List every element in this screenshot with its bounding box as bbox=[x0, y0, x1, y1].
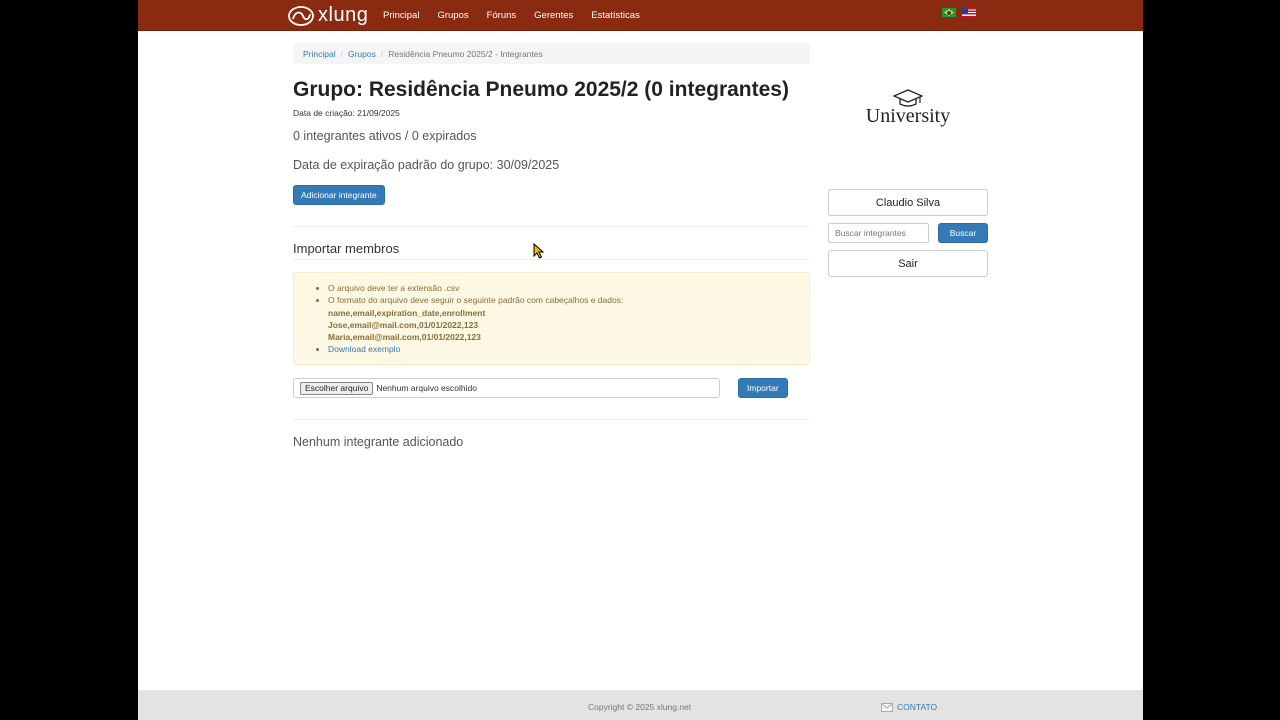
logout-button[interactable]: Sair bbox=[828, 250, 988, 277]
instruction-format: O formato do arquivo deve seguir o segui… bbox=[328, 294, 799, 343]
sidebar: University Claudio Silva Buscar Sair bbox=[828, 88, 988, 277]
add-member-button[interactable]: Adicionar integrante bbox=[293, 185, 385, 206]
member-stats: 0 integrantes ativos / 0 expirados bbox=[293, 129, 477, 144]
page-title: Grupo: Residência Pneumo 2025/2 (0 integ… bbox=[293, 78, 789, 101]
divider bbox=[293, 226, 810, 228]
brazil-flag-icon[interactable] bbox=[942, 8, 956, 17]
mouse-cursor-icon bbox=[533, 243, 545, 259]
lung-logo-icon bbox=[288, 5, 314, 26]
default-expiry-date: Data de expiração padrão do grupo: 30/09… bbox=[293, 158, 560, 173]
footer: Copyright © 2025 xlung.net CONTATO bbox=[138, 690, 1143, 720]
envelope-icon bbox=[881, 703, 893, 712]
copyright-text: Copyright © 2025 xlung.net bbox=[588, 702, 692, 712]
file-input[interactable]: Escolher arquivo Nenhum arquivo escolhid… bbox=[293, 378, 720, 399]
download-example-link[interactable]: Download exemplo bbox=[328, 344, 400, 354]
contact-label: CONTATO bbox=[897, 702, 938, 712]
main-nav: Principal Grupos Fóruns Gerentes Estatís… bbox=[383, 0, 658, 31]
import-instructions: O arquivo deve ter a extensão .csv O for… bbox=[293, 272, 810, 366]
breadcrumb: Principal / Grupos / Residência Pneumo 2… bbox=[293, 43, 810, 64]
usa-flag-icon[interactable] bbox=[962, 8, 976, 17]
breadcrumb-separator: / bbox=[380, 48, 384, 59]
member-search: Buscar bbox=[828, 223, 988, 243]
search-members-input[interactable] bbox=[828, 223, 929, 243]
language-switcher bbox=[942, 8, 976, 17]
breadcrumb-current: Residência Pneumo 2025/2 - Integrantes bbox=[388, 48, 543, 59]
university-logo-text: University bbox=[865, 105, 951, 127]
divider bbox=[293, 419, 810, 421]
nav-principal[interactable]: Principal bbox=[383, 10, 419, 21]
main-content: Principal / Grupos / Residência Pneumo 2… bbox=[293, 43, 810, 449]
choose-file-button[interactable]: Escolher arquivo bbox=[300, 381, 374, 395]
user-name-box[interactable]: Claudio Silva bbox=[828, 189, 988, 216]
contact-link[interactable]: CONTATO bbox=[881, 701, 937, 713]
instruction-extension: O arquivo deve ter a extensão .csv bbox=[328, 282, 799, 294]
import-section-title: Importar membros bbox=[293, 241, 810, 261]
file-status: Nenhum arquivo escolhido bbox=[376, 383, 477, 394]
nav-estatisticas[interactable]: Estatísticas bbox=[591, 10, 640, 21]
search-button[interactable]: Buscar bbox=[938, 223, 988, 243]
page: xlung Principal Grupos Fóruns Gerentes E… bbox=[138, 0, 1143, 720]
format-header-line: name,email,expiration_date,enrollment bbox=[328, 307, 486, 318]
university-logo: University bbox=[828, 88, 988, 138]
instruction-format-text: O formato do arquivo deve seguir o segui… bbox=[328, 295, 624, 306]
brand-logo[interactable]: xlung bbox=[287, 3, 368, 28]
format-example-line: Maria,email@mail.com,01/01/2022,123 bbox=[328, 332, 481, 342]
top-navbar: xlung Principal Grupos Fóruns Gerentes E… bbox=[138, 0, 1143, 31]
nav-grupos[interactable]: Grupos bbox=[437, 10, 468, 21]
format-example-line: Jose,email@mail.com,01/01/2022,123 bbox=[328, 319, 479, 330]
nav-gerentes[interactable]: Gerentes bbox=[534, 10, 573, 21]
creation-date: Data de criação: 21/09/2025 bbox=[293, 108, 400, 119]
brand-name: xlung bbox=[318, 4, 369, 26]
empty-members-message: Nenhum integrante adicionado bbox=[293, 435, 464, 450]
import-button[interactable]: Importar bbox=[738, 378, 788, 399]
nav-foruns[interactable]: Fóruns bbox=[487, 10, 517, 21]
instruction-download: Download exemplo bbox=[328, 343, 799, 355]
breadcrumb-groups[interactable]: Grupos bbox=[348, 49, 376, 59]
file-upload-row: Escolher arquivo Nenhum arquivo escolhid… bbox=[293, 378, 810, 399]
breadcrumb-home[interactable]: Principal bbox=[303, 49, 336, 59]
breadcrumb-separator: / bbox=[340, 48, 343, 59]
